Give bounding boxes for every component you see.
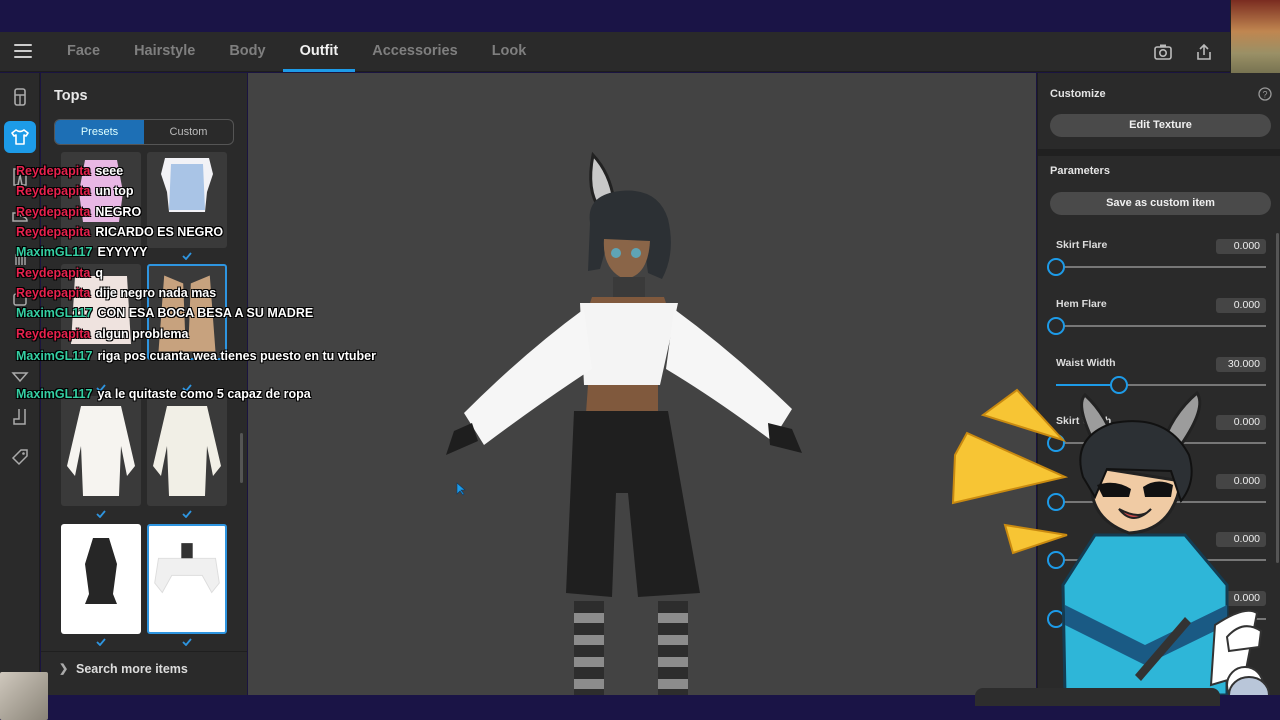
bag-icon[interactable] bbox=[8, 285, 32, 309]
tag-icon[interactable] bbox=[8, 445, 32, 469]
pants-icon[interactable] bbox=[8, 165, 32, 189]
param-value-input[interactable]: 0.000 bbox=[1216, 239, 1266, 254]
customize-title: Customize bbox=[1050, 88, 1106, 100]
panel-title: Tops bbox=[54, 88, 88, 104]
save-as-custom-item-button[interactable]: Save as custom item bbox=[1050, 192, 1271, 215]
stream-top-band bbox=[0, 0, 1280, 32]
check-icon bbox=[182, 638, 192, 646]
check-icon bbox=[96, 510, 106, 518]
webcam-thumbnail bbox=[0, 672, 48, 720]
check-icon bbox=[96, 384, 106, 392]
mouse-cursor-icon bbox=[456, 482, 466, 496]
slider-knob[interactable] bbox=[1047, 317, 1065, 335]
item-grid bbox=[61, 152, 231, 720]
search-more-items-button[interactable]: ❯ Search more items bbox=[41, 651, 247, 687]
parameters-title: Parameters bbox=[1050, 165, 1110, 177]
check-icon bbox=[182, 384, 192, 392]
tab-body[interactable]: Body bbox=[212, 32, 282, 72]
presets-custom-toggle: Presets Custom bbox=[54, 119, 234, 145]
check-icon bbox=[96, 638, 106, 646]
item-card[interactable] bbox=[147, 152, 227, 248]
custom-tab[interactable]: Custom bbox=[144, 120, 233, 144]
param-slider[interactable] bbox=[1047, 317, 1266, 335]
camera-icon[interactable] bbox=[1153, 42, 1173, 62]
streamer-avatar-overlay bbox=[951, 388, 1270, 714]
edit-texture-button[interactable]: Edit Texture bbox=[1050, 114, 1271, 137]
collar-icon[interactable] bbox=[8, 365, 32, 389]
param-slider[interactable] bbox=[1047, 258, 1266, 276]
param-label: Skirt Flare bbox=[1056, 239, 1108, 251]
item-card[interactable] bbox=[61, 396, 141, 506]
items-panel: Tops Presets Custom ❯ Search more items bbox=[41, 73, 247, 695]
glove-icon[interactable] bbox=[8, 245, 32, 269]
tab-outfit[interactable]: Outfit bbox=[282, 32, 356, 72]
param-label: Waist Width bbox=[1056, 357, 1116, 369]
item-card[interactable] bbox=[61, 152, 141, 248]
tab-hairstyle[interactable]: Hairstyle bbox=[117, 32, 212, 72]
menu-icon[interactable] bbox=[14, 44, 32, 58]
item-card[interactable] bbox=[147, 396, 227, 506]
chevron-right-icon: ❯ bbox=[59, 663, 69, 675]
section-divider bbox=[1038, 149, 1280, 156]
presets-tab[interactable]: Presets bbox=[55, 120, 144, 144]
category-tabs: Face Hairstyle Body Outfit Accessories L… bbox=[50, 32, 543, 72]
tab-face[interactable]: Face bbox=[50, 32, 117, 72]
tab-accessories[interactable]: Accessories bbox=[355, 32, 474, 72]
param-label: Hem Flare bbox=[1056, 298, 1107, 310]
top-navbar: Face Hairstyle Body Outfit Accessories L… bbox=[0, 32, 1280, 72]
item-card-selected[interactable] bbox=[147, 524, 227, 634]
slider-knob[interactable] bbox=[1047, 258, 1065, 276]
items-scrollbar[interactable] bbox=[240, 433, 243, 483]
share-icon[interactable] bbox=[1194, 42, 1214, 62]
help-icon[interactable]: ? bbox=[1258, 87, 1272, 101]
check-icon bbox=[182, 510, 192, 518]
item-card-selected[interactable] bbox=[147, 264, 227, 360]
param-value-input[interactable]: 0.000 bbox=[1216, 298, 1266, 313]
check-icon bbox=[182, 252, 192, 260]
svg-text:?: ? bbox=[1262, 90, 1267, 100]
shirt-icon[interactable] bbox=[4, 121, 36, 153]
tab-look[interactable]: Look bbox=[475, 32, 544, 72]
hanger-icon[interactable] bbox=[8, 85, 32, 109]
sock-icon[interactable] bbox=[8, 405, 32, 429]
avatar-model bbox=[446, 151, 802, 695]
drawing-tablet bbox=[975, 688, 1220, 706]
item-card[interactable] bbox=[61, 524, 141, 634]
shoe-icon[interactable] bbox=[8, 205, 32, 229]
avatar-viewport[interactable] bbox=[248, 73, 1036, 695]
param-value-input[interactable]: 30.000 bbox=[1216, 357, 1266, 372]
category-icon-bar bbox=[0, 73, 40, 695]
item-card[interactable] bbox=[61, 264, 141, 360]
search-more-label: Search more items bbox=[76, 662, 188, 676]
